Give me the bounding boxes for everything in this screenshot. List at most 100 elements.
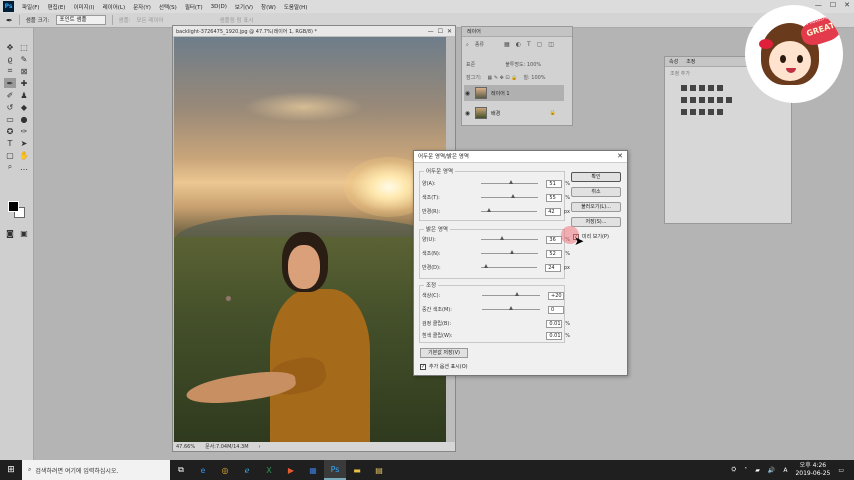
- filter-adjust-icon[interactable]: ◐: [516, 41, 521, 48]
- opacity-field[interactable]: 불투명도: 100%: [505, 61, 541, 68]
- frame-tool-icon[interactable]: ⊠: [18, 66, 30, 76]
- shadow-radius-slider[interactable]: [480, 208, 538, 212]
- notes-icon[interactable]: ▤: [368, 460, 390, 480]
- photoshop-taskbar-icon[interactable]: Ps: [324, 460, 346, 480]
- dodge-tool-icon[interactable]: ✪: [4, 126, 16, 136]
- chevron-up-icon[interactable]: ˄: [744, 467, 747, 474]
- media-player-icon[interactable]: ▶: [280, 460, 302, 480]
- pen-tool-icon[interactable]: ✑: [18, 126, 30, 136]
- invert-icon[interactable]: [681, 109, 687, 115]
- minimize-button[interactable]: —: [815, 1, 822, 9]
- marquee-tool-icon[interactable]: ⬚: [18, 42, 30, 52]
- menu-layer[interactable]: 레이어(L): [99, 3, 130, 11]
- shadow-amount-slider[interactable]: [481, 180, 539, 184]
- doc-close-button[interactable]: ✕: [447, 28, 452, 35]
- menu-file[interactable]: 파일(F): [18, 3, 44, 11]
- lasso-tool-icon[interactable]: ϱ: [4, 54, 16, 64]
- menu-3d[interactable]: 3D(D): [207, 4, 231, 10]
- slider-thumb[interactable]: [500, 236, 505, 240]
- slider-thumb[interactable]: [514, 292, 519, 296]
- lock-icons[interactable]: ▦ ✎ ✥ ⊡ 🔒: [488, 75, 518, 81]
- exposure-icon[interactable]: [708, 85, 714, 91]
- tab-adjustments[interactable]: 조정: [686, 57, 695, 66]
- slider-thumb[interactable]: [483, 264, 488, 268]
- task-view-icon[interactable]: ⧉: [170, 460, 192, 480]
- show-ring-checkbox[interactable]: 샘플링 링 표시: [220, 16, 254, 24]
- zoom-level[interactable]: 47.66%: [176, 444, 195, 450]
- more-options-checkbox[interactable]: ✓: [420, 363, 426, 370]
- midtone-slider[interactable]: [482, 306, 540, 310]
- people-icon[interactable]: ⛭: [731, 466, 736, 474]
- edge-icon[interactable]: e: [192, 460, 214, 480]
- highlight-radius-input[interactable]: 24: [545, 263, 561, 272]
- eyedropper-tool-icon[interactable]: ✒: [4, 78, 16, 88]
- sample-select[interactable]: 모든 레이어: [137, 16, 164, 24]
- shadow-tone-slider[interactable]: [481, 194, 539, 198]
- highlight-tone-input[interactable]: 52: [546, 249, 563, 258]
- layer-row-layer-1[interactable]: ◉ 레이어 1: [464, 85, 564, 101]
- layers-tab[interactable]: 레이어: [462, 27, 572, 37]
- photo-filter-icon[interactable]: [708, 97, 714, 103]
- ie-icon[interactable]: ℯ: [236, 460, 258, 480]
- notifications-icon[interactable]: ▭: [838, 467, 844, 474]
- menu-image[interactable]: 이미지(I): [69, 3, 98, 11]
- file-explorer-icon[interactable]: ▬: [346, 460, 368, 480]
- status-arrow-icon[interactable]: ›: [259, 444, 261, 450]
- blend-mode-select[interactable]: 표준: [466, 61, 475, 68]
- stamp-tool-icon[interactable]: ♟: [18, 90, 30, 100]
- history-brush-icon[interactable]: ↺: [4, 102, 16, 112]
- gradient-tool-icon[interactable]: ▭: [4, 114, 16, 124]
- slider-thumb[interactable]: [509, 306, 513, 310]
- canvas-photo[interactable]: [174, 37, 446, 442]
- close-button[interactable]: ✕: [844, 1, 850, 9]
- zoom-tool-icon[interactable]: ⌕: [4, 162, 16, 172]
- doc-maximize-button[interactable]: ☐: [438, 28, 443, 35]
- move-tool-icon[interactable]: ✥: [4, 42, 16, 52]
- menu-view[interactable]: 보기(V): [231, 3, 257, 11]
- tab-properties[interactable]: 속성: [669, 57, 678, 66]
- selective-color-icon[interactable]: [708, 109, 714, 115]
- layer-row-background[interactable]: ◉ 배경 🔒: [464, 105, 564, 121]
- slider-thumb[interactable]: [508, 180, 513, 184]
- threshold-icon[interactable]: [699, 109, 705, 115]
- menu-help[interactable]: 도움말(H): [280, 3, 312, 11]
- filter-shape-icon[interactable]: ▢: [537, 41, 543, 48]
- filter-smart-icon[interactable]: ◫: [548, 41, 554, 48]
- network-icon[interactable]: ▰: [755, 467, 760, 474]
- chrome-icon[interactable]: ◎: [214, 460, 236, 480]
- menu-select[interactable]: 선택(S): [155, 3, 181, 11]
- curves-icon[interactable]: [699, 85, 705, 91]
- sample-size-select[interactable]: 포인트 샘플: [55, 15, 106, 25]
- dialog-close-button[interactable]: ✕: [617, 152, 623, 160]
- highlight-tone-slider[interactable]: [481, 250, 539, 254]
- quick-mask-icon[interactable]: ◙: [4, 228, 16, 238]
- shape-tool-icon[interactable]: ▢: [4, 150, 16, 160]
- type-tool-icon[interactable]: T: [4, 138, 16, 148]
- menu-edit[interactable]: 편집(E): [44, 3, 70, 11]
- menu-type[interactable]: 문자(Y): [129, 3, 155, 11]
- fill-field[interactable]: 칠: 100%: [523, 74, 545, 81]
- menu-window[interactable]: 창(W): [257, 3, 280, 11]
- ime-icon[interactable]: A: [783, 467, 787, 474]
- healing-brush-icon[interactable]: ✚: [18, 78, 30, 88]
- load-button[interactable]: 불러오기(L)...: [571, 202, 621, 212]
- color-correction-slider[interactable]: [482, 292, 540, 296]
- eye-icon[interactable]: ◉: [464, 90, 471, 97]
- taskbar-search-box[interactable]: ⌕ 검색하려면 여기에 입력하십시오.: [22, 460, 170, 480]
- windows-start-icon[interactable]: ⊞: [0, 460, 22, 480]
- highlight-radius-slider[interactable]: [480, 264, 538, 268]
- calculator-icon[interactable]: ▦: [302, 460, 324, 480]
- doc-minimize-button[interactable]: —: [428, 28, 434, 35]
- eyedropper-icon[interactable]: ✒: [6, 16, 13, 25]
- brush-tool-icon[interactable]: ✐: [4, 90, 16, 100]
- eraser-tool-icon[interactable]: ◆: [18, 102, 30, 112]
- posterize-icon[interactable]: [690, 109, 696, 115]
- hue-saturation-icon[interactable]: [681, 97, 687, 103]
- gradient-map-icon[interactable]: [717, 109, 723, 115]
- more-options-row[interactable]: ✓ 추가 옵션 표시(O): [420, 363, 468, 370]
- levels-icon[interactable]: [690, 85, 696, 91]
- midtone-input[interactable]: 0: [548, 305, 564, 314]
- color-lookup-icon[interactable]: [726, 97, 732, 103]
- slider-thumb[interactable]: [511, 194, 516, 198]
- color-balance-icon[interactable]: [690, 97, 696, 103]
